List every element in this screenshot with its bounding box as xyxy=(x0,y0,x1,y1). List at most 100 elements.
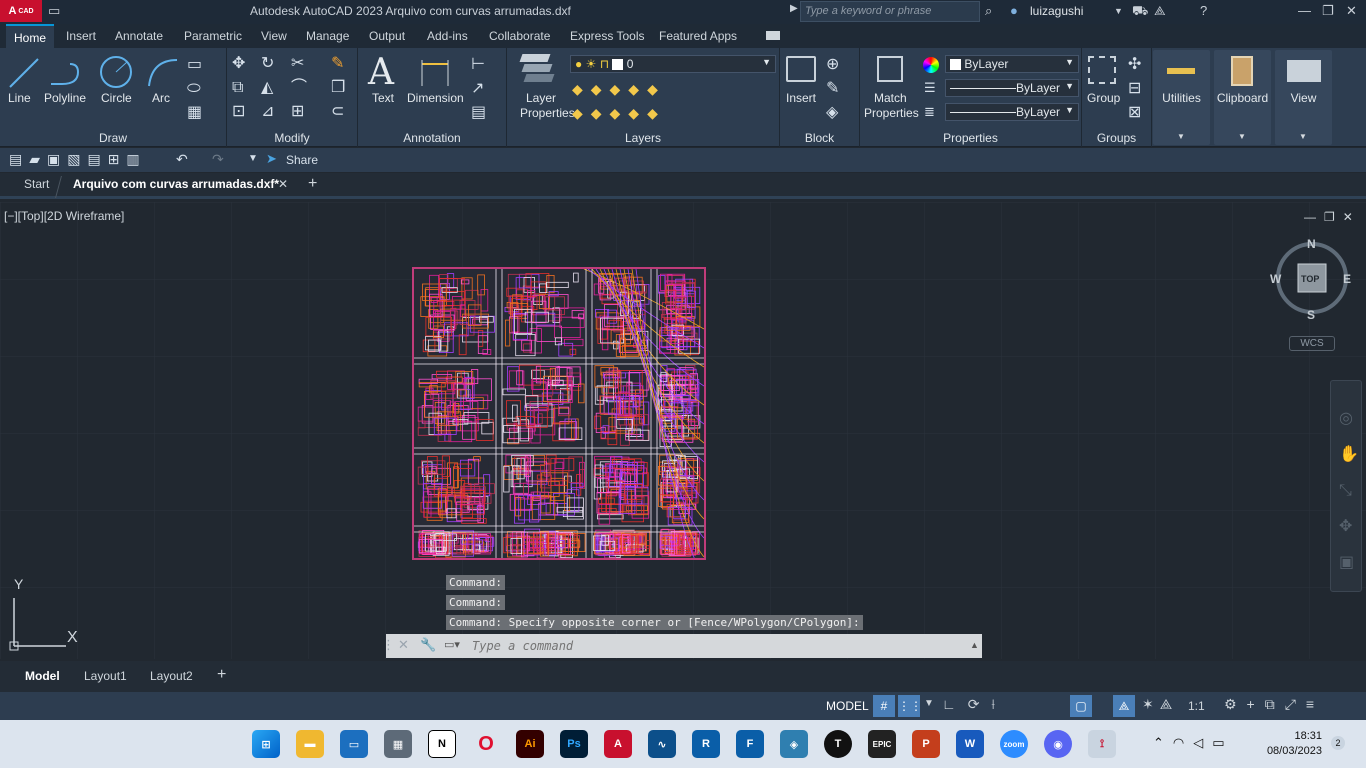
formit-icon[interactable]: F xyxy=(736,730,764,758)
wcs-menu[interactable]: WCS xyxy=(1289,336,1335,351)
line-icon[interactable] xyxy=(7,56,41,90)
group-icon[interactable] xyxy=(1088,56,1116,84)
chevron-down-icon[interactable]: ▼ xyxy=(924,698,934,709)
arc-icon[interactable] xyxy=(146,56,180,90)
model-space-button[interactable]: MODEL xyxy=(826,699,869,713)
app-logo-button[interactable]: A CAD xyxy=(0,0,42,22)
table-icon[interactable]: ▤ xyxy=(471,105,486,121)
close-tab-icon[interactable]: ✕ xyxy=(278,177,288,191)
ribbon-toggle-icon[interactable] xyxy=(766,31,780,40)
tab-current-file[interactable]: Arquivo com curvas arrumadas.dxf* xyxy=(73,177,279,191)
tab-layout2[interactable]: Layout2 xyxy=(150,669,193,683)
close-command-icon[interactable]: ✕ xyxy=(398,637,409,653)
utilities-button[interactable]: Utilities ▼ xyxy=(1153,50,1210,145)
share-button[interactable]: Share xyxy=(286,153,318,167)
viewcube-top[interactable]: TOP xyxy=(1301,274,1319,284)
insert-button[interactable]: Insert xyxy=(786,91,816,105)
group-select-icon[interactable]: ⊠ xyxy=(1128,105,1141,121)
scale-icon[interactable]: ⊿ xyxy=(261,104,274,120)
leader-icon[interactable]: ↗ xyxy=(471,81,484,97)
tab-parametric[interactable]: Parametric xyxy=(176,24,250,48)
notification-badge[interactable]: 2 xyxy=(1331,736,1345,750)
command-history-toggle-icon[interactable]: ▲ xyxy=(970,640,979,650)
annotation-scale[interactable]: 1:1 xyxy=(1188,699,1205,713)
autocad-running-icon[interactable]: ⟟ xyxy=(1088,730,1116,758)
offset-icon[interactable]: ⊂ xyxy=(331,104,344,120)
start-icon[interactable]: ⊞ xyxy=(252,730,280,758)
modify-panel-title[interactable]: Modify xyxy=(227,131,357,145)
arc-button[interactable]: Arc xyxy=(152,91,170,105)
tab-output[interactable]: Output xyxy=(361,24,413,48)
close-icon[interactable]: ✕ xyxy=(1346,3,1357,19)
properties-panel-title[interactable]: Properties xyxy=(860,131,1081,145)
sketchup-icon[interactable]: ◈ xyxy=(780,730,808,758)
polyline-icon[interactable] xyxy=(48,56,84,90)
word-icon[interactable]: W xyxy=(956,730,984,758)
edit-block-icon[interactable]: ✎ xyxy=(826,81,839,97)
autocad-taskbar-icon[interactable]: A xyxy=(604,730,632,758)
move-icon[interactable]: ✥ xyxy=(232,56,245,72)
tab-featured-apps[interactable]: Featured Apps xyxy=(651,24,745,48)
tab-manage[interactable]: Manage xyxy=(298,24,357,48)
tab-home[interactable]: Home xyxy=(6,24,55,48)
system-tray-icons[interactable]: ⌃◠◁▭ xyxy=(1153,735,1234,751)
selection-cycling-icon[interactable]: ▢ xyxy=(1070,695,1092,717)
group-edit-icon[interactable]: ⊟ xyxy=(1128,81,1141,97)
compass-east[interactable]: E xyxy=(1343,272,1351,286)
block-panel-title[interactable]: Block xyxy=(780,131,859,145)
opera-icon[interactable]: O xyxy=(472,730,500,758)
user-name[interactable]: luizagushi xyxy=(1030,4,1083,18)
lineweight-icon[interactable]: ≣ xyxy=(924,104,935,120)
text-button[interactable]: Text xyxy=(372,91,394,105)
drawing-viewport[interactable]: [−][Top][2D Wireframe] —❐✕ TOP N S E W W… xyxy=(0,202,1366,659)
groups-panel-title[interactable]: Groups xyxy=(1082,131,1151,145)
discord-icon[interactable]: ◉ xyxy=(1044,730,1072,758)
compass-north[interactable]: N xyxy=(1307,237,1316,251)
compass-west[interactable]: W xyxy=(1270,272,1281,286)
compass-south[interactable]: S xyxy=(1307,308,1315,322)
annotation-panel-title[interactable]: Annotation xyxy=(358,131,506,145)
command-prompt-icon[interactable]: ▭▾ xyxy=(444,638,460,651)
annotation-icons[interactable]: ✶⟁ xyxy=(1142,696,1178,713)
snap-icon[interactable]: ⋮⋮ xyxy=(898,695,922,717)
lineweight-dropdown[interactable]: ByLayer ▼ xyxy=(945,103,1079,121)
mirror-icon[interactable]: ◭ xyxy=(261,80,273,96)
layer-tools-row-1[interactable]: ◆◆◆◆◆ xyxy=(572,81,666,98)
zoom-icon[interactable]: zoom xyxy=(1000,730,1028,758)
redo-icon[interactable]: ↷ xyxy=(212,151,224,168)
tab-collaborate[interactable]: Collaborate xyxy=(481,24,558,48)
search-input[interactable]: Type a keyword or phrase xyxy=(800,1,980,22)
viewport-window-controls[interactable]: —❐✕ xyxy=(1304,210,1361,224)
layers-panel-title[interactable]: Layers xyxy=(507,131,779,145)
new-layout-icon[interactable]: + xyxy=(217,666,226,684)
user-icon[interactable]: ● xyxy=(1010,3,1018,18)
viewport-controls[interactable]: [−][Top][2D Wireframe] xyxy=(4,209,124,223)
qat-icons[interactable]: ▤▰▣▧▤⊞▥ xyxy=(9,151,147,168)
match-properties-label[interactable]: Properties xyxy=(864,106,919,120)
ellipse-icon[interactable]: ⬭ xyxy=(187,81,201,97)
tab-annotate[interactable]: Annotate xyxy=(107,24,171,48)
calculator-icon[interactable]: ▦ xyxy=(384,730,412,758)
ungroup-icon[interactable]: ✣ xyxy=(1128,57,1141,73)
new-file-icon[interactable]: ▭ xyxy=(48,3,60,19)
attribute-icon[interactable]: ◈ xyxy=(826,105,838,121)
explode-icon[interactable]: ❒ xyxy=(331,80,345,96)
line-button[interactable]: Line xyxy=(8,91,31,105)
qat-menu-icon[interactable]: ▼ xyxy=(248,153,258,164)
chevron-down-icon[interactable]: ▼ xyxy=(1114,6,1123,16)
drafting-aids-icons[interactable]: ∟⟳⟊ xyxy=(942,696,1007,713)
create-block-icon[interactable]: ⊕ xyxy=(826,57,839,73)
tab-layout1[interactable]: Layout1 xyxy=(84,669,127,683)
nav-tools[interactable]: ◎ ✋ ⤡ ✥ ▣ xyxy=(1339,401,1359,581)
search-icon[interactable]: ⌕ xyxy=(985,3,992,19)
copy-icon[interactable]: ⧉ xyxy=(232,80,243,96)
drag-handle-icon[interactable]: ⋮ xyxy=(382,637,395,653)
tab-model[interactable]: Model xyxy=(25,669,60,683)
match-properties-icon[interactable] xyxy=(877,56,903,82)
circle-button[interactable]: Circle xyxy=(101,91,132,105)
array-icon[interactable]: ⊞ xyxy=(291,104,304,120)
clipboard-button[interactable]: Clipboard ▼ xyxy=(1214,50,1271,145)
annotation-visibility-icon[interactable]: ⟁ xyxy=(1113,695,1135,717)
command-input[interactable] xyxy=(472,636,962,656)
new-tab-icon[interactable]: + xyxy=(308,175,317,193)
